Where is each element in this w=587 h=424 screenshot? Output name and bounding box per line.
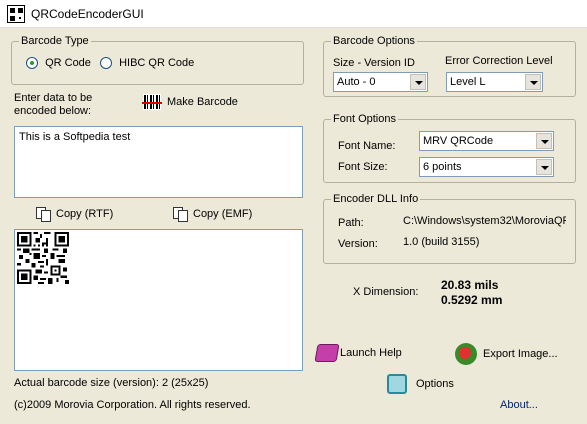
font-size-select[interactable]: 6 points (419, 157, 554, 177)
x-dimension-label: X Dimension: (353, 286, 419, 298)
export-image-label: Export Image... (483, 348, 558, 360)
title-bar: QRCodeEncoderGUI (0, 0, 587, 28)
data-input-value: This is a Softpedia test (19, 131, 131, 143)
actual-size-text: Actual barcode size (version): 2 (25x25) (14, 377, 209, 389)
input-label-line1: Enter data to be (14, 92, 93, 104)
chevron-down-icon[interactable] (525, 74, 541, 90)
encoder-dll-legend: Encoder DLL Info (333, 193, 419, 205)
qr-code-image (17, 232, 69, 284)
x-dimension-mils: 20.83 mils (441, 278, 499, 292)
options-label: Options (416, 378, 454, 390)
chevron-down-icon[interactable] (410, 74, 426, 90)
font-name-select[interactable]: MRV QRCode (419, 131, 554, 151)
font-size-label: Font Size: (338, 161, 388, 173)
font-name-label: Font Name: (338, 140, 396, 152)
help-book-icon (314, 344, 340, 362)
make-barcode-button[interactable]: Make Barcode (142, 94, 238, 110)
barcode-options-legend: Barcode Options (333, 35, 415, 47)
dll-version-value: 1.0 (build 3155) (403, 236, 480, 248)
copy-emf-label: Copy (EMF) (193, 208, 253, 220)
font-size-value: 6 points (423, 161, 462, 173)
radio-qr-code-label: QR Code (45, 57, 91, 70)
radio-hibc-qr-code[interactable]: HIBC QR Code (100, 57, 195, 70)
dll-version-label: Version: (338, 238, 378, 250)
copy-icon (173, 207, 188, 222)
barcode-icon (142, 94, 162, 110)
radio-qr-code-indicator[interactable] (26, 57, 38, 70)
barcode-type-legend: Barcode Type (21, 35, 89, 47)
export-image-icon (455, 343, 477, 365)
copyright-text: (c)2009 Morovia Corporation. All rights … (14, 399, 251, 411)
size-version-value: Auto - 0 (337, 76, 376, 88)
options-icon (387, 374, 407, 394)
window-title: QRCodeEncoderGUI (31, 6, 144, 21)
app-icon (7, 4, 25, 23)
main-window: Barcode Type QR Code HIBC QR Code Enter … (0, 28, 587, 424)
dll-path-label: Path: (338, 217, 364, 229)
x-dimension-mm: 0.5292 mm (441, 293, 503, 307)
copy-rtf-button[interactable]: Copy (RTF) (36, 207, 114, 222)
font-name-value: MRV QRCode (423, 135, 494, 147)
copy-icon (36, 207, 51, 222)
error-correction-label: Error Correction Level (445, 55, 553, 67)
chevron-down-icon[interactable] (536, 133, 552, 149)
font-options-legend: Font Options (333, 113, 396, 125)
size-version-select[interactable]: Auto - 0 (333, 72, 428, 92)
export-image-button[interactable]: Export Image... (455, 343, 558, 365)
chevron-down-icon[interactable] (536, 159, 552, 175)
options-button[interactable]: Options (387, 374, 454, 394)
error-correction-value: Level L (450, 76, 486, 88)
copy-rtf-label: Copy (RTF) (56, 208, 114, 220)
make-barcode-label: Make Barcode (167, 96, 238, 108)
radio-hibc-qr-code-label: HIBC QR Code (119, 57, 195, 70)
dll-path-value: C:\Windows\system32\MoroviaQF (403, 215, 566, 227)
radio-qr-code[interactable]: QR Code (26, 57, 91, 70)
barcode-preview (14, 229, 303, 371)
error-correction-select[interactable]: Level L (446, 72, 543, 92)
size-version-label: Size - Version ID (333, 57, 415, 69)
copy-emf-button[interactable]: Copy (EMF) (173, 207, 253, 222)
radio-hibc-qr-code-indicator[interactable] (100, 57, 112, 70)
launch-help-label: Launch Help (340, 347, 402, 359)
launch-help-button[interactable]: Launch Help (314, 344, 402, 362)
input-label-line2: encoded below: (14, 105, 92, 117)
data-input-textarea[interactable]: This is a Softpedia test (14, 126, 303, 198)
about-link[interactable]: About... (500, 399, 538, 411)
